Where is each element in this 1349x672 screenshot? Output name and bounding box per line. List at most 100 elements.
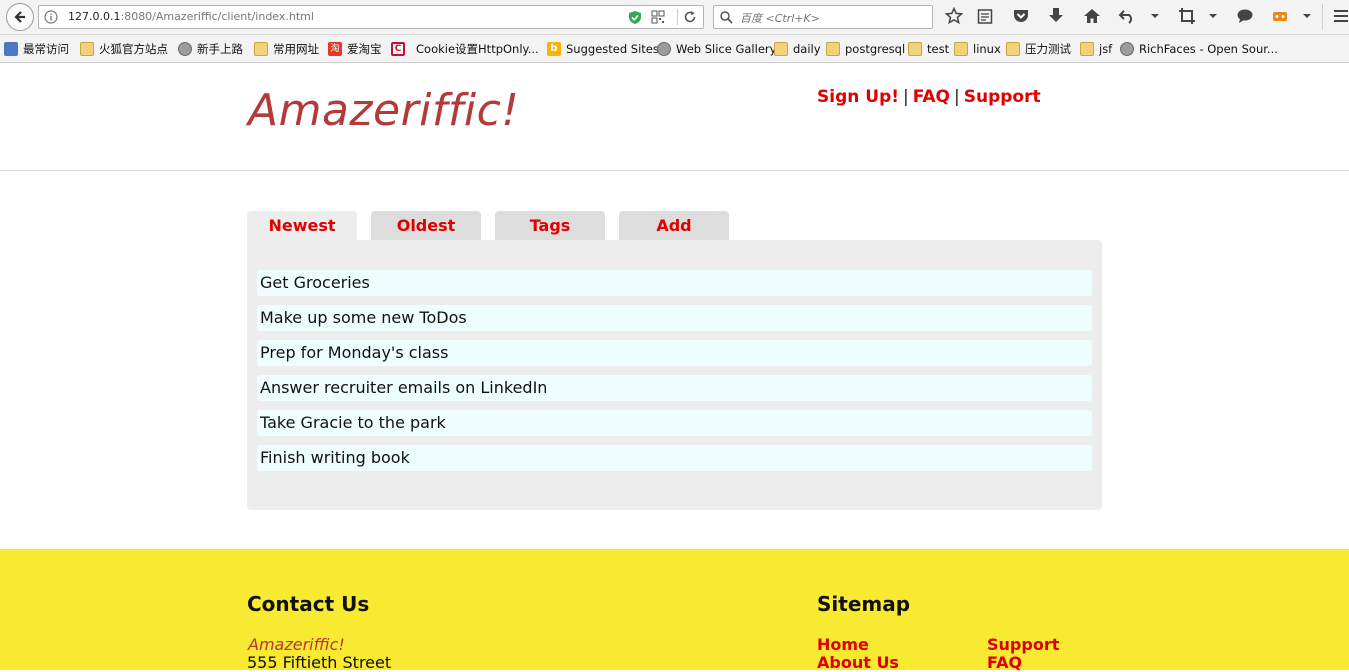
url-host: 127.0.0.1 (68, 10, 121, 23)
bookmark-label: linux (973, 42, 1001, 56)
nav-separator: | (954, 87, 960, 107)
contact-heading: Contact Us (247, 592, 370, 616)
folder-icon (254, 42, 268, 56)
sitemap-about-link[interactable]: About Us (817, 653, 899, 672)
folder-icon (954, 42, 968, 56)
bookmark-list-icon (4, 42, 18, 56)
todo-item: Get Groceries (257, 270, 1092, 296)
todo-item: Finish writing book (257, 445, 1092, 471)
tab-add[interactable]: Add (619, 211, 729, 240)
shield-icon[interactable] (628, 10, 642, 25)
bookmark-item[interactable]: linux (954, 40, 1001, 58)
chevron-down-icon[interactable] (1150, 7, 1160, 25)
download-icon[interactable] (1048, 7, 1064, 25)
folder-icon (774, 42, 788, 56)
bookmark-item[interactable]: Web Slice Gallery (657, 40, 776, 58)
info-icon[interactable] (44, 10, 58, 24)
bookmark-label: 压力测试 (1025, 42, 1071, 56)
sitemap-faq-link[interactable]: FAQ (987, 653, 1022, 672)
chevron-down-icon[interactable] (1302, 7, 1312, 25)
chevron-down-icon[interactable] (1208, 7, 1218, 25)
search-bar[interactable]: 百度 <Ctrl+K> (713, 5, 933, 29)
reload-icon[interactable] (683, 10, 697, 24)
url-bar[interactable]: 127.0.0.1:8080/Amazeriffic/client/index.… (38, 5, 704, 29)
bookmark-item[interactable]: test (908, 40, 949, 58)
site-logo[interactable]: Amazeriffic! (248, 85, 519, 136)
street-address: 555 Fiftieth Street (247, 653, 392, 672)
search-placeholder: 百度 <Ctrl+K> (740, 12, 820, 25)
page-footer: Contact Us Amazeriffic! 555 Fiftieth Str… (0, 549, 1349, 672)
site-c-icon: C (391, 42, 405, 56)
url-path: :8080/Amazeriffic/client/index.html (120, 10, 314, 23)
bookmark-label: 常用网址 (273, 42, 319, 56)
folder-icon (1006, 42, 1020, 56)
toolbar-divider (1322, 4, 1323, 30)
tab-newest[interactable]: Newest (247, 211, 357, 241)
url-text[interactable]: 127.0.0.1:8080/Amazeriffic/client/index.… (68, 10, 314, 23)
signup-link[interactable]: Sign Up! (817, 87, 899, 107)
bookmark-item[interactable]: 常用网址 (254, 40, 319, 58)
bookmark-item[interactable]: postgresql (826, 40, 905, 58)
bookmark-item[interactable]: 最常访问 (4, 40, 69, 58)
tab-tags[interactable]: Tags (495, 211, 605, 240)
pocket-icon[interactable] (1012, 7, 1030, 25)
folder-icon (1080, 42, 1094, 56)
todo-item: Make up some new ToDos (257, 305, 1092, 331)
bing-icon: b (547, 42, 561, 56)
extension-icon[interactable] (1271, 7, 1289, 25)
bookmark-label: Web Slice Gallery (676, 42, 777, 56)
page-header: Amazeriffic! Sign Up! | FAQ | Support (0, 63, 1349, 171)
folder-icon (908, 42, 922, 56)
faq-link[interactable]: FAQ (913, 87, 950, 107)
bookmark-star-icon[interactable] (945, 7, 963, 25)
globe-icon (1120, 42, 1134, 56)
bookmark-item[interactable]: b Suggested Sites (547, 40, 659, 58)
bookmark-label: RichFaces - Open Sour... (1139, 42, 1278, 56)
bookmark-item[interactable]: 压力测试 (1006, 40, 1071, 58)
bookmark-label: 火狐官方站点 (99, 42, 168, 56)
bookmark-label: postgresql (845, 42, 906, 56)
bookmark-item[interactable]: 淘爱淘宝 (328, 40, 382, 58)
back-button[interactable] (6, 3, 34, 31)
bookmark-label: Suggested Sites (566, 42, 659, 56)
bookmark-label: 爱淘宝 (347, 42, 382, 56)
qr-code-icon[interactable] (651, 10, 665, 24)
back-arrow-icon (14, 11, 25, 23)
bookmark-label: 最常访问 (23, 42, 69, 56)
bookmark-item[interactable]: daily (774, 40, 821, 58)
company-name: Amazeriffic! (248, 635, 345, 654)
bookmark-item[interactable]: 新手上路 (178, 40, 243, 58)
bookmark-label: Cookie设置HttpOnly... (416, 42, 539, 56)
todo-panel: Get Groceries Make up some new ToDos Pre… (247, 240, 1102, 510)
home-icon[interactable] (1083, 7, 1101, 25)
chat-icon[interactable] (1236, 7, 1254, 25)
menu-icon[interactable] (1333, 7, 1349, 25)
folder-icon (80, 42, 94, 56)
bookmark-item[interactable]: RichFaces - Open Sour... (1120, 40, 1278, 58)
bookmark-label: test (927, 42, 950, 56)
bookmark-label: jsf (1099, 42, 1113, 56)
main-content: Newest Oldest Tags Add Get Groceries Mak… (0, 171, 1349, 549)
bookmark-item[interactable]: C Cookie设置HttpOnly... (391, 40, 539, 58)
reading-list-icon[interactable] (977, 7, 993, 25)
sitemap-support-link[interactable]: Support (987, 635, 1059, 654)
sitemap-home-link[interactable]: Home (817, 635, 869, 654)
tab-oldest[interactable]: Oldest (371, 211, 481, 240)
bookmark-label: daily (793, 42, 821, 56)
bookmarks-bar: 最常访问 火狐官方站点 新手上路 常用网址 淘爱淘宝 C Cookie设置Http… (0, 35, 1349, 63)
sitemap-heading: Sitemap (817, 592, 911, 616)
bookmark-item[interactable]: 火狐官方站点 (80, 40, 168, 58)
todo-item: Prep for Monday's class (257, 340, 1092, 366)
folder-icon (826, 42, 840, 56)
todo-item: Take Gracie to the park (257, 410, 1092, 436)
support-link[interactable]: Support (964, 87, 1041, 107)
nav-separator: | (903, 87, 909, 107)
search-icon (720, 11, 733, 24)
bookmark-item[interactable]: jsf (1080, 40, 1112, 58)
url-divider (677, 9, 678, 25)
bookmark-label: 新手上路 (197, 42, 243, 56)
todo-item: Answer recruiter emails on LinkedIn (257, 375, 1092, 401)
undo-icon[interactable] (1118, 7, 1136, 25)
globe-icon (178, 42, 192, 56)
crop-icon[interactable] (1178, 7, 1196, 25)
